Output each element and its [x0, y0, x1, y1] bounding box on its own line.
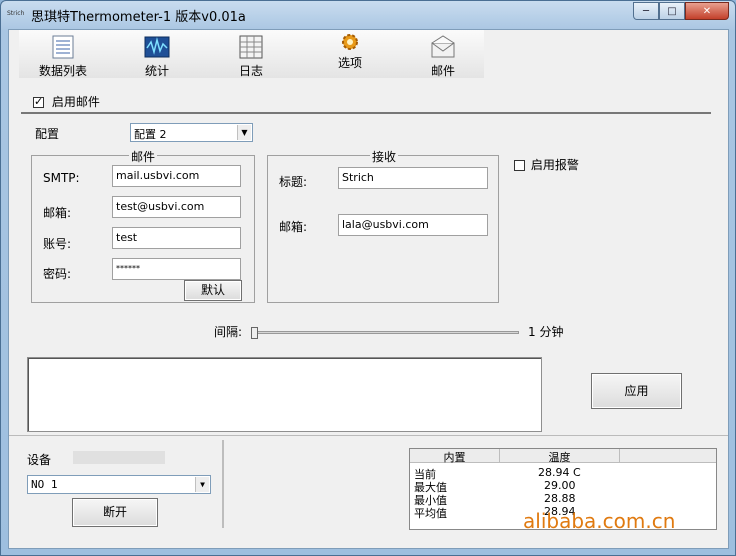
toolbar-statistics[interactable]: 统计 [117, 34, 197, 79]
watermark-text: alibaba.com.cn [523, 509, 676, 533]
enable-mail-checkbox[interactable] [33, 95, 44, 108]
section-divider [21, 112, 711, 114]
interval-slider-thumb[interactable] [251, 327, 258, 339]
options-gear-icon [337, 32, 363, 52]
app-icon: Strich [7, 10, 25, 17]
default-button[interactable]: 默认 [184, 280, 242, 301]
config-select-value: 配置 2 [134, 128, 167, 141]
password-label: 密码: [43, 267, 72, 281]
enable-mail-checkbox-row[interactable]: 启用邮件 [33, 93, 100, 110]
receive-group-title: 接收 [370, 148, 399, 165]
stats-col-temperature[interactable]: 温度 [500, 449, 620, 464]
stats-col-name[interactable]: 内置 [410, 449, 500, 464]
toolbar-data-list[interactable]: 数据列表 [23, 34, 103, 79]
toolbar-options-label: 选项 [337, 56, 362, 70]
toolbar-mail-label: 邮件 [430, 64, 455, 78]
close-button[interactable]: ✕ [685, 2, 729, 20]
password-field[interactable]: ****** [112, 258, 241, 280]
enable-mail-label: 启用邮件 [51, 95, 100, 109]
device-status-bar [73, 451, 165, 464]
device-select[interactable]: NO 1 ▼ [27, 475, 211, 494]
chevron-down-icon[interactable]: ▼ [237, 125, 251, 140]
config-select[interactable]: 配置 2 ▼ [130, 123, 253, 142]
enable-alarm-checkbox[interactable] [514, 160, 525, 171]
statistics-icon [144, 34, 170, 60]
mailbox-label: 邮箱: [43, 206, 72, 220]
stats-table-header: 内置 温度 [410, 449, 716, 464]
enable-alarm-label: 启用报警 [530, 158, 579, 172]
table-row-min-value: 28.88 [544, 492, 576, 505]
recv-mailbox-label: 邮箱: [279, 220, 308, 234]
window-controls: ─ □ ✕ [633, 2, 729, 20]
smtp-label: SMTP: [43, 171, 80, 185]
enable-alarm-checkbox-row[interactable]: 启用报警 [514, 156, 579, 173]
maximize-button[interactable]: □ [659, 2, 685, 20]
client-area: 数据列表 统计 日志 选项 邮件 ✓ 启用邮件 配置 配置 2 ▼ 邮件 SMT… [8, 29, 729, 549]
subject-field[interactable]: Strich [338, 167, 488, 189]
smtp-field[interactable]: mail.usbvi.com [112, 165, 241, 187]
stats-col-empty [620, 449, 716, 463]
table-row-avg-name: 平均值 [414, 507, 447, 520]
minimize-button[interactable]: ─ [633, 2, 659, 20]
device-label: 设备 [27, 453, 52, 467]
toolbar: 数据列表 统计 日志 选项 邮件 [19, 30, 484, 78]
device-chevron-down-icon[interactable]: ▼ [195, 477, 209, 492]
data-list-icon [50, 34, 76, 60]
account-label: 账号: [43, 237, 72, 251]
toolbar-log-label: 日志 [238, 64, 263, 78]
mail-group-title: 邮件 [129, 148, 158, 165]
recv-mailbox-field[interactable]: lala@usbvi.com [338, 214, 488, 236]
interval-label: 间隔: [214, 325, 243, 339]
interval-slider-track[interactable] [251, 331, 519, 334]
table-row-current-value: 28.94 C [538, 466, 581, 479]
toolbar-data-list-label: 数据列表 [38, 64, 87, 78]
toolbar-mail[interactable]: 邮件 [403, 34, 483, 79]
log-icon [238, 34, 264, 60]
log-textarea[interactable] [27, 357, 542, 432]
toolbar-log[interactable]: 日志 [211, 34, 291, 79]
title-bar[interactable]: Strich 思琪特Thermometer-1 版本v0.01a ─ □ ✕ [1, 1, 735, 29]
mailbox-field[interactable]: test@usbvi.com [112, 196, 241, 218]
app-window: Strich 思琪特Thermometer-1 版本v0.01a ─ □ ✕ 数… [0, 0, 736, 556]
apply-button[interactable]: 应用 [591, 373, 682, 409]
device-select-value: NO 1 [31, 478, 58, 491]
window-title: 思琪特Thermometer-1 版本v0.01a [31, 10, 246, 25]
disconnect-button[interactable]: 断开 [72, 498, 158, 527]
bottom-divider [9, 435, 728, 436]
toolbar-statistics-label: 统计 [144, 64, 169, 78]
account-field[interactable]: test [112, 227, 241, 249]
config-label: 配置 [35, 127, 60, 141]
interval-value: 1 分钟 [528, 325, 564, 339]
toolbar-options[interactable]: 选项 [310, 32, 390, 71]
table-row-max-value: 29.00 [544, 479, 576, 492]
bottom-vertical-divider [222, 440, 224, 528]
subject-label: 标题: [279, 175, 308, 189]
mail-envelope-icon [430, 34, 456, 60]
